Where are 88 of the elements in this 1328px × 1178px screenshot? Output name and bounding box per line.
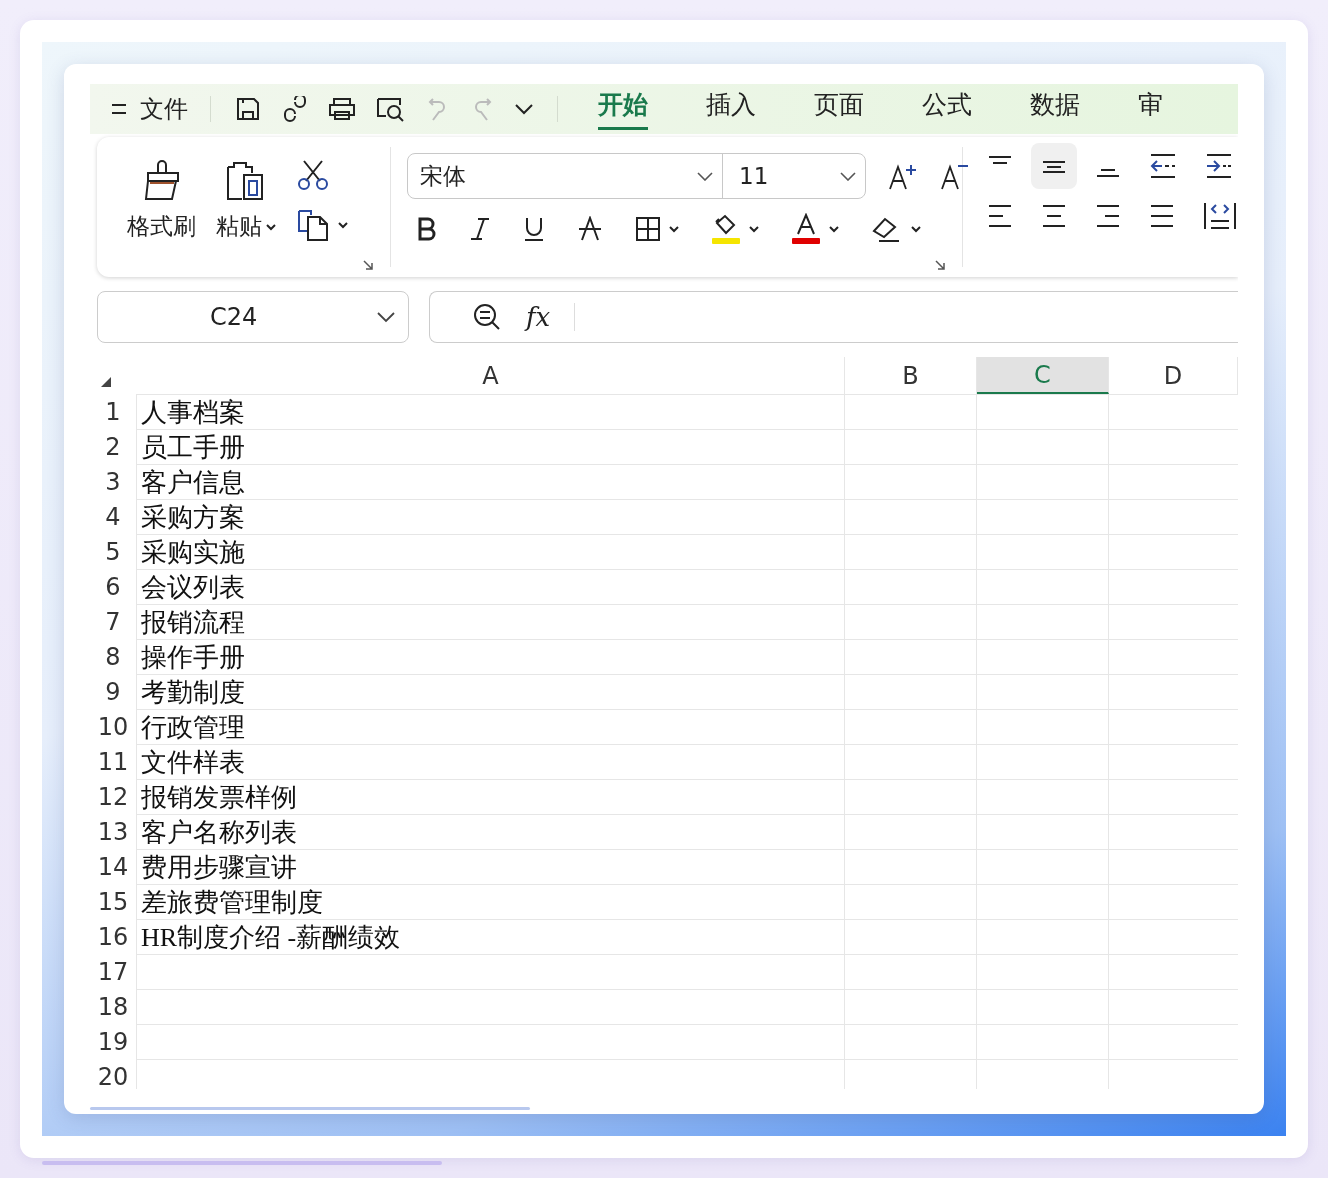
paste-button[interactable]: 粘贴 (216, 211, 276, 242)
row-header[interactable]: 13 (90, 814, 137, 849)
row-header[interactable]: 14 (90, 849, 137, 884)
column-header[interactable]: A (137, 357, 845, 394)
row-header[interactable]: 9 (90, 674, 137, 709)
ribbon-tab[interactable]: 插入 (706, 88, 756, 130)
row-header[interactable]: 6 (90, 569, 137, 604)
ribbon-tab[interactable]: 数据 (1030, 88, 1080, 130)
chevron-down-icon[interactable] (376, 311, 396, 323)
name-box[interactable]: C24 (97, 291, 409, 343)
row-header[interactable]: 15 (90, 884, 137, 919)
align-right-icon[interactable] (1095, 203, 1121, 229)
dialog-launcher-icon[interactable] (934, 259, 946, 271)
ribbon-tab[interactable]: 公式 (922, 88, 972, 130)
table-cell: 差旅费管理制度 (137, 884, 845, 919)
row-header[interactable]: 8 (90, 639, 137, 674)
menu-icon[interactable] (110, 102, 128, 116)
strikethrough-icon[interactable] (577, 216, 603, 242)
print-icon[interactable] (327, 96, 357, 122)
column-header[interactable]: C (977, 357, 1109, 394)
row-header[interactable]: 11 (90, 744, 137, 779)
ribbon-tab[interactable]: 页面 (814, 88, 864, 130)
copy-icon[interactable] (296, 209, 330, 241)
fill-color-icon[interactable] (711, 213, 741, 245)
italic-icon[interactable] (469, 217, 491, 241)
chevron-down-icon[interactable] (696, 171, 714, 181)
font-name-dropdown[interactable]: 宋体 (408, 154, 723, 198)
row-header[interactable]: 18 (90, 989, 137, 1024)
row-header[interactable]: 7 (90, 604, 137, 639)
caret-icon[interactable] (829, 225, 839, 233)
ribbon-tab[interactable]: 开始 (598, 88, 648, 130)
caret-icon[interactable] (749, 225, 759, 233)
decrease-indent-icon[interactable] (1149, 153, 1177, 179)
align-left-icon[interactable] (987, 203, 1013, 229)
zoom-icon[interactable] (472, 302, 502, 332)
row-header[interactable]: 17 (90, 954, 137, 989)
table-cell: 客户信息 (137, 464, 845, 499)
borders-icon[interactable] (635, 216, 661, 242)
chevron-down-icon[interactable] (513, 102, 535, 116)
caret-icon[interactable] (669, 225, 679, 233)
select-all-icon[interactable] (100, 376, 112, 388)
increase-font-icon[interactable] (888, 162, 918, 190)
row-header[interactable]: 3 (90, 464, 137, 499)
chevron-down-icon[interactable] (839, 171, 857, 181)
table-cell: 文件样表 (137, 744, 845, 779)
align-middle-button[interactable] (1031, 143, 1077, 189)
table-cell: 报销流程 (137, 604, 845, 639)
table-cell: 员工手册 (137, 429, 845, 464)
table-cell: 费用步骤宣讲 (137, 849, 845, 884)
caret-icon[interactable] (911, 225, 921, 233)
formula-bar[interactable]: fx (429, 291, 1238, 343)
distributed-align-icon[interactable] (1203, 201, 1237, 231)
justify-icon[interactable] (1149, 203, 1175, 229)
table-cell: HR制度介绍 -薪酬绩效 (137, 919, 845, 954)
column-header[interactable]: D (1109, 357, 1238, 394)
table-cell: 客户名称列表 (137, 814, 845, 849)
table-cell: 行政管理 (137, 709, 845, 744)
increase-indent-icon[interactable] (1205, 153, 1233, 179)
row-header[interactable]: 5 (90, 534, 137, 569)
row-header[interactable]: 12 (90, 779, 137, 814)
function-label[interactable]: fx (526, 302, 551, 332)
decrease-font-icon[interactable] (940, 162, 970, 190)
table-cell: 会议列表 (137, 569, 845, 604)
align-center-icon[interactable] (1041, 203, 1067, 229)
dialog-launcher-icon[interactable] (362, 259, 374, 271)
table-cell: 采购方案 (137, 499, 845, 534)
row-header[interactable]: 19 (90, 1024, 137, 1059)
font-size-dropdown[interactable]: 11 (723, 154, 865, 198)
bold-icon[interactable] (417, 217, 437, 241)
underline-icon[interactable] (523, 216, 545, 242)
table-cell: 报销发票样例 (137, 779, 845, 814)
table-cell: 人事档案 (137, 394, 845, 429)
file-menu[interactable]: 文件 (140, 93, 188, 125)
row-header[interactable]: 2 (90, 429, 137, 464)
font-color-icon[interactable] (791, 213, 821, 245)
caret-icon[interactable] (338, 221, 348, 229)
row-header[interactable]: 20 (90, 1059, 137, 1089)
row-header[interactable]: 16 (90, 919, 137, 954)
table-cell: 考勤制度 (137, 674, 845, 709)
row-header[interactable]: 10 (90, 709, 137, 744)
table-cell: 采购实施 (137, 534, 845, 569)
caret-icon[interactable] (266, 222, 276, 231)
table-cell: 操作手册 (137, 639, 845, 674)
cut-icon[interactable] (296, 159, 330, 191)
format-painter-label[interactable]: 格式刷 (127, 211, 196, 242)
row-header[interactable]: 1 (90, 394, 137, 429)
ribbon-tab[interactable]: 审 (1138, 88, 1163, 130)
row-header[interactable]: 4 (90, 499, 137, 534)
